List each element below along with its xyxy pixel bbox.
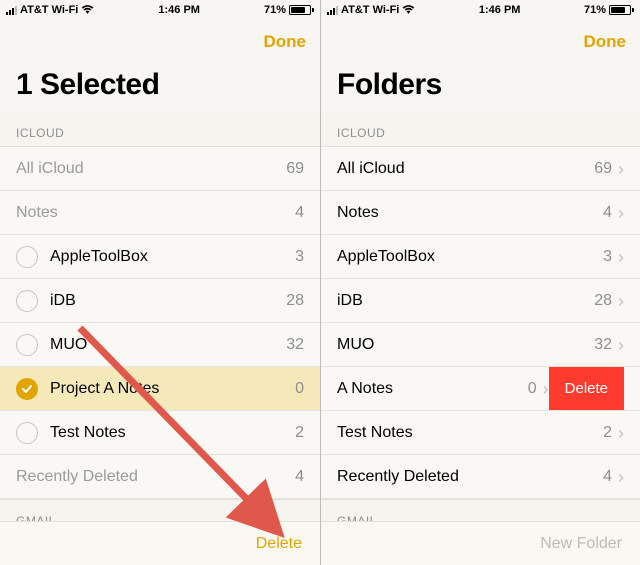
row-label: AppleToolBox (337, 248, 592, 266)
row-label: AppleToolBox (50, 248, 284, 266)
row-test-notes[interactable]: Test Notes 2 (0, 411, 320, 455)
done-button[interactable]: Done (584, 32, 627, 52)
row-count: 2 (284, 424, 304, 442)
toolbar: Delete (0, 521, 320, 565)
toolbar: New Folder (321, 521, 640, 565)
carrier-label: AT&T Wi-Fi (341, 4, 399, 16)
row-muo[interactable]: MUO 32 (0, 323, 320, 367)
battery-icon (609, 5, 634, 15)
row-project-a-notes[interactable]: A Notes 0 › Delete (321, 367, 640, 411)
row-count: 3 (592, 248, 612, 266)
carrier-label: AT&T Wi-Fi (20, 4, 78, 16)
page-title: Folders (321, 64, 640, 112)
row-label: iDB (50, 292, 284, 310)
row-test-notes[interactable]: Test Notes 2 › (321, 411, 640, 455)
signal-icon (6, 6, 17, 15)
nav-bar: Done (321, 20, 640, 64)
clock-label: 1:46 PM (479, 4, 521, 16)
row-label: Test Notes (50, 424, 284, 442)
battery-percent: 71% (584, 4, 606, 16)
row-recently-deleted: Recently Deleted 4 (0, 455, 320, 499)
row-count: 32 (284, 336, 304, 354)
signal-icon (327, 6, 338, 15)
row-count: 4 (592, 204, 612, 222)
radio-unchecked-icon[interactable] (16, 422, 38, 444)
chevron-right-icon: › (618, 204, 624, 222)
status-bar: AT&T Wi-Fi 1:46 PM 71% (0, 0, 320, 20)
chevron-right-icon: › (618, 424, 624, 442)
folder-list: ICLOUD All iCloud 69 Notes 4 AppleToolBo… (0, 112, 320, 521)
row-project-a-notes[interactable]: Project A Notes 0 (0, 367, 320, 411)
row-label: All iCloud (16, 160, 284, 178)
wifi-icon (402, 5, 415, 15)
chevron-right-icon: › (618, 160, 624, 178)
row-count: 3 (284, 248, 304, 266)
page-title: 1 Selected (0, 64, 320, 112)
row-label: Notes (337, 204, 592, 222)
row-muo[interactable]: MUO 32 › (321, 323, 640, 367)
row-appletoolbox[interactable]: AppleToolBox 3 (0, 235, 320, 279)
row-count: 28 (592, 292, 612, 310)
section-header-gmail: GMAIL (321, 499, 640, 521)
delete-button[interactable]: Delete (256, 535, 302, 553)
row-idb[interactable]: iDB 28 (0, 279, 320, 323)
phone-left: AT&T Wi-Fi 1:46 PM 71% Done 1 Selected I… (0, 0, 320, 565)
row-count: 4 (592, 468, 612, 486)
battery-icon (289, 5, 314, 15)
row-count: 28 (284, 292, 304, 310)
new-folder-button[interactable]: New Folder (540, 535, 622, 553)
section-header-gmail: GMAIL (0, 499, 320, 521)
row-count: 69 (284, 160, 304, 178)
row-appletoolbox[interactable]: AppleToolBox 3 › (321, 235, 640, 279)
row-count: 69 (592, 160, 612, 178)
row-label: MUO (50, 336, 284, 354)
row-recently-deleted[interactable]: Recently Deleted 4 › (321, 455, 640, 499)
row-count: 4 (284, 204, 304, 222)
row-notes[interactable]: Notes 4 › (321, 191, 640, 235)
section-header-icloud: ICLOUD (0, 112, 320, 147)
status-bar: AT&T Wi-Fi 1:46 PM 71% (321, 0, 640, 20)
row-idb[interactable]: iDB 28 › (321, 279, 640, 323)
row-label: Recently Deleted (16, 468, 284, 486)
row-label: Test Notes (337, 424, 592, 442)
radio-checked-icon[interactable] (16, 378, 38, 400)
row-label: Project A Notes (50, 380, 284, 398)
section-header-icloud: ICLOUD (321, 112, 640, 147)
row-label: All iCloud (337, 160, 592, 178)
row-notes: Notes 4 (0, 191, 320, 235)
phone-right: AT&T Wi-Fi 1:46 PM 71% Done Folders ICLO… (320, 0, 640, 565)
nav-bar: Done (0, 20, 320, 64)
radio-unchecked-icon[interactable] (16, 246, 38, 268)
row-count: 0 (517, 380, 537, 398)
row-label: Notes (16, 204, 284, 222)
row-count: 0 (284, 380, 304, 398)
done-button[interactable]: Done (264, 32, 307, 52)
clock-label: 1:46 PM (158, 4, 200, 16)
swipe-delete-button[interactable]: Delete (549, 367, 624, 410)
row-label: A Notes (337, 380, 517, 398)
battery-percent: 71% (264, 4, 286, 16)
chevron-right-icon: › (618, 292, 624, 310)
row-count: 32 (592, 336, 612, 354)
folder-list: ICLOUD All iCloud 69 › Notes 4 › AppleTo… (321, 112, 640, 521)
row-all-icloud[interactable]: All iCloud 69 › (321, 147, 640, 191)
row-label: Recently Deleted (337, 468, 592, 486)
chevron-right-icon: › (618, 248, 624, 266)
chevron-right-icon: › (618, 468, 624, 486)
row-label: MUO (337, 336, 592, 354)
row-all-icloud: All iCloud 69 (0, 147, 320, 191)
row-count: 2 (592, 424, 612, 442)
row-count: 4 (284, 468, 304, 486)
row-label: iDB (337, 292, 592, 310)
chevron-right-icon: › (618, 336, 624, 354)
radio-unchecked-icon[interactable] (16, 334, 38, 356)
radio-unchecked-icon[interactable] (16, 290, 38, 312)
wifi-icon (81, 5, 94, 15)
